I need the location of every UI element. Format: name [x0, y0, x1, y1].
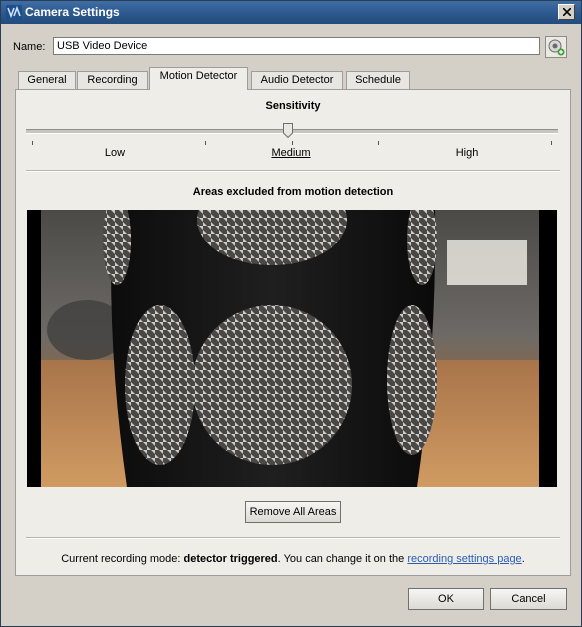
tab-audio-detector[interactable]: Audio Detector: [251, 71, 343, 89]
level-label-high: High: [455, 147, 479, 159]
separator: [26, 537, 560, 539]
tab-recording[interactable]: Recording: [77, 71, 148, 89]
camera-frame-image: [27, 210, 557, 487]
close-button[interactable]: [558, 4, 575, 20]
recording-mode-status: Current recording mode: detector trigger…: [16, 553, 570, 565]
status-suffix: .: [521, 553, 525, 565]
tab-motion-detector[interactable]: Motion Detector: [149, 67, 248, 90]
sensitivity-slider-thumb[interactable]: [283, 123, 293, 138]
slider-tick: [292, 141, 293, 145]
status-mode: detector triggered: [183, 553, 278, 565]
camera-settings-dialog: Camera Settings Name: General Recording …: [0, 0, 582, 627]
excluded-areas-title: Areas excluded from motion detection: [192, 186, 394, 198]
slider-tick: [378, 141, 379, 145]
level-label-medium: Medium: [271, 147, 311, 159]
separator: [26, 170, 560, 172]
ok-button[interactable]: OK: [408, 588, 484, 610]
slider-tick: [32, 141, 33, 145]
snapshot-button[interactable]: [545, 36, 567, 58]
app-icon: [6, 5, 22, 20]
recording-settings-link[interactable]: recording settings page: [407, 553, 521, 565]
sensitivity-title: Sensitivity: [265, 100, 321, 112]
level-label-low: Low: [104, 147, 126, 159]
close-icon: [563, 8, 571, 16]
status-middle: . You can change it on the: [277, 553, 408, 565]
title-bar[interactable]: Camera Settings: [1, 1, 581, 24]
tab-schedule[interactable]: Schedule: [346, 71, 410, 89]
motion-detector-panel: Sensitivity Low Medium High Areas exclud…: [15, 89, 571, 576]
name-label: Name:: [13, 41, 46, 53]
window-title: Camera Settings: [25, 5, 120, 19]
cancel-button[interactable]: Cancel: [490, 588, 567, 610]
slider-tick: [551, 141, 552, 145]
tab-general[interactable]: General: [18, 71, 76, 89]
camera-preview[interactable]: [27, 210, 557, 487]
remove-all-areas-button[interactable]: Remove All Areas: [245, 501, 341, 523]
name-input[interactable]: [53, 37, 540, 55]
status-prefix: Current recording mode:: [61, 553, 184, 565]
slider-tick: [205, 141, 206, 145]
webcam-snapshot-icon: [548, 39, 565, 56]
